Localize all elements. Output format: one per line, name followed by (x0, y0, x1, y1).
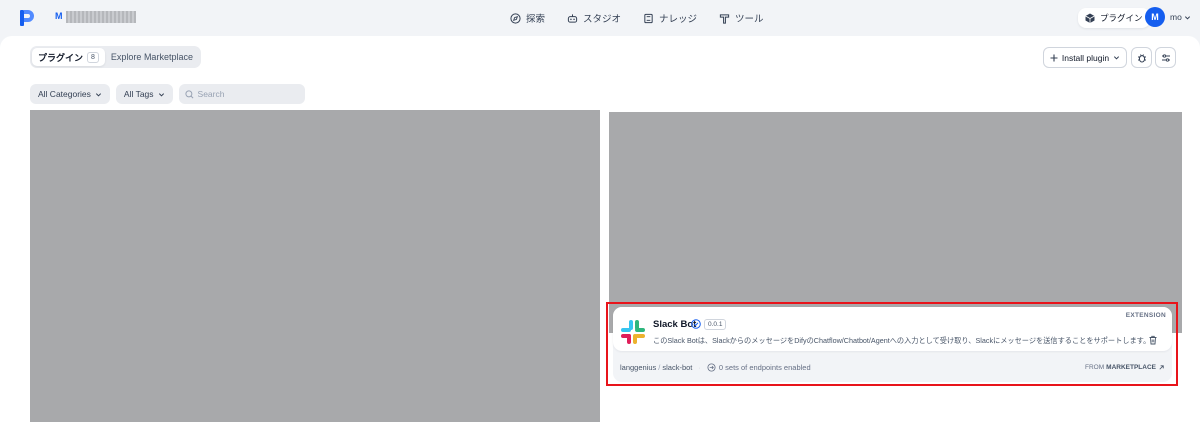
nav-tools[interactable]: ツール (719, 11, 764, 25)
hammer-icon (719, 13, 730, 24)
plugin-slug: slack-bot (662, 362, 693, 372)
plugin-count-badge: 8 (87, 51, 99, 63)
book-icon (644, 13, 653, 23)
category-filter[interactable]: All Categories (30, 84, 110, 104)
nav-knowledge-label: ナレッジ (659, 14, 698, 25)
main-nav: 探索 スタジオ ナレッジ ツール (510, 0, 764, 36)
install-plugin-label: Install plugin (1061, 52, 1110, 63)
tab-plugins-label: プラグイン (38, 52, 84, 63)
search-box[interactable] (178, 84, 305, 104)
chevron-down-icon (95, 92, 101, 96)
nav-explore-label: 探索 (526, 14, 546, 25)
verified-badge-icon (691, 319, 701, 329)
slack-logo-icon (621, 320, 645, 344)
nav-tools-label: ツール (735, 14, 764, 25)
tab-explore-marketplace-label: Explore Marketplace (110, 52, 193, 62)
plugin-card-footer: langgenius / slack-bot · 0 sets of endpo… (620, 360, 1165, 374)
plugin-source[interactable]: FROM MARKETPLACE (1085, 364, 1165, 371)
top-navigation-bar: M 探索 スタジオ ナレッジ ツール プラグイン M mo (0, 0, 1200, 36)
avatar[interactable]: M (1145, 7, 1165, 27)
endpoints-label: 0 sets of endpoints enabled (718, 362, 811, 372)
workspace-initial[interactable]: M (55, 11, 63, 21)
app-logo-icon[interactable] (20, 10, 34, 26)
source-name: MARKETPLACE (1106, 363, 1156, 371)
user-name: mo (1170, 12, 1182, 22)
search-icon (184, 89, 193, 98)
workspace-name-redacted[interactable] (66, 11, 136, 23)
source-prefix: FROM (1085, 363, 1105, 371)
category-filter-label: All Categories (38, 89, 91, 99)
plugin-tabs: プラグイン 8 Explore Marketplace (30, 46, 201, 68)
plugin-name: Slack Bot (653, 319, 697, 330)
redacted-plugin-area-right (609, 112, 1182, 333)
plugins-button[interactable]: プラグイン (1078, 8, 1150, 28)
cube-icon (1085, 13, 1095, 23)
endpoint-icon (707, 362, 716, 372)
plugin-settings-button[interactable] (1155, 47, 1176, 68)
plugin-category: EXTENSION (1125, 312, 1166, 319)
plus-icon (1050, 54, 1058, 61)
compass-icon (510, 12, 521, 24)
plugin-card-body: Slack Bot 0.0.1 EXTENSION このSlack Botは、S… (613, 307, 1172, 351)
robot-icon (567, 13, 578, 23)
user-menu[interactable]: mo (1170, 12, 1191, 22)
plugin-description: このSlack Botは、SlackからのメッセージをDifyのChatflow… (653, 336, 1151, 345)
chevron-down-icon (158, 92, 164, 96)
filter-bar: All Categories All Tags (30, 84, 305, 104)
plugins-button-label: プラグイン (1100, 13, 1143, 23)
search-input[interactable] (197, 89, 298, 99)
tab-plugins[interactable]: プラグイン 8 (32, 48, 105, 66)
nav-knowledge[interactable]: ナレッジ (643, 11, 697, 25)
external-link-icon (1159, 364, 1164, 370)
dot-separator: · (698, 362, 701, 372)
slash-separator: / (658, 362, 661, 372)
settings-sliders-icon (1161, 53, 1170, 62)
plugin-card-slack-bot[interactable]: Slack Bot 0.0.1 EXTENSION このSlack Botは、S… (613, 307, 1172, 382)
endpoints-status: 0 sets of endpoints enabled (707, 363, 811, 372)
trash-icon[interactable] (1148, 335, 1158, 345)
tab-explore-marketplace[interactable]: Explore Marketplace (105, 48, 199, 66)
debug-button[interactable] (1131, 47, 1152, 68)
nav-studio-label: スタジオ (583, 14, 622, 25)
nav-explore[interactable]: 探索 (510, 11, 545, 25)
nav-studio[interactable]: スタジオ (567, 11, 621, 25)
chevron-down-icon (1114, 56, 1120, 60)
bug-icon (1137, 53, 1146, 63)
redacted-plugin-area-left (30, 110, 600, 422)
plugin-version-badge: 0.0.1 (704, 319, 727, 330)
chevron-down-icon (1184, 15, 1190, 19)
tags-filter[interactable]: All Tags (115, 84, 173, 104)
tags-filter-label: All Tags (123, 89, 154, 99)
install-plugin-button[interactable]: Install plugin (1043, 47, 1127, 68)
plugin-author: langgenius (620, 362, 657, 372)
